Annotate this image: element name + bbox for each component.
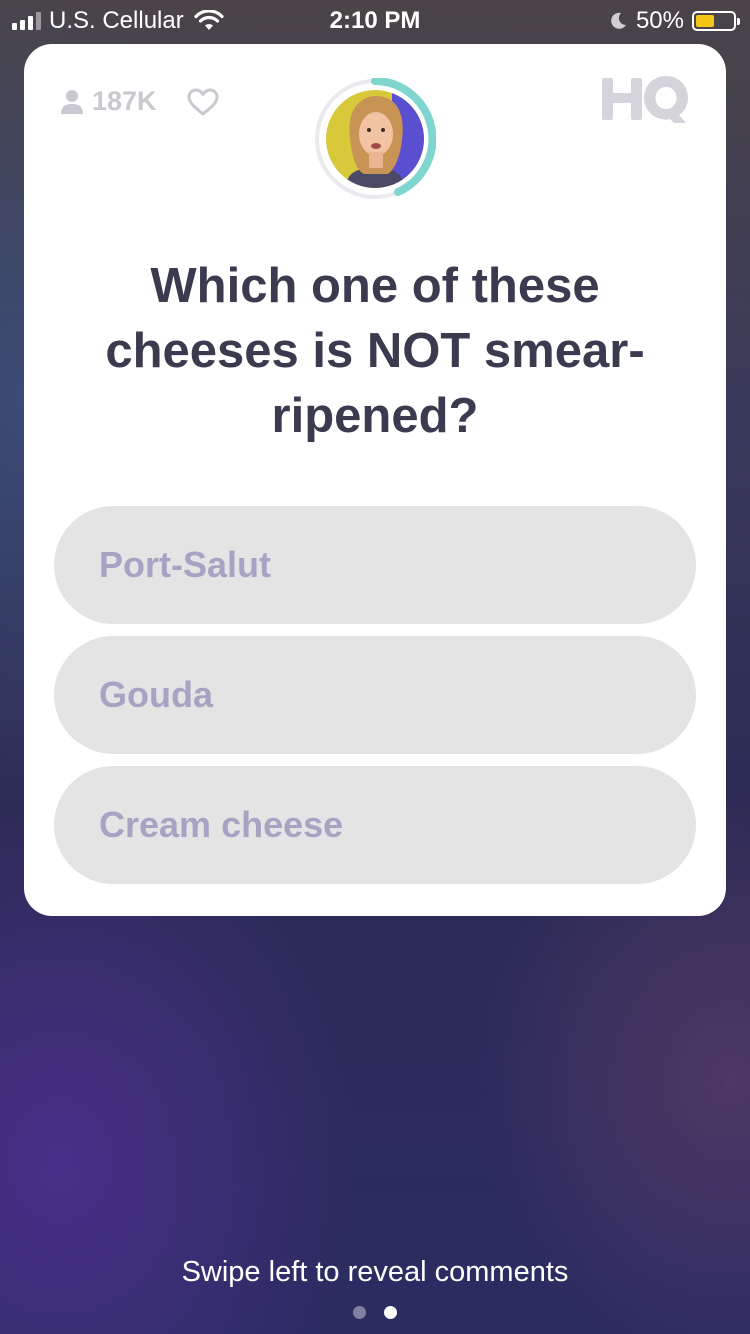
page-indicator[interactable] <box>0 1306 750 1319</box>
question-text: Which one of these cheeses is NOT smear-… <box>105 259 645 443</box>
battery-fill <box>696 15 714 27</box>
battery-icon <box>692 11 740 31</box>
heart-icon[interactable] <box>187 88 219 116</box>
person-icon <box>61 89 83 114</box>
question-card: 187K Which one of these cheeses is NOT s… <box>24 44 726 916</box>
answer-option-3[interactable]: Cream cheese <box>54 766 696 884</box>
page-dot[interactable] <box>353 1306 366 1319</box>
swipe-hint: Swipe left to reveal comments <box>181 1256 569 1288</box>
hq-logo-icon <box>602 76 688 123</box>
moon-icon <box>611 12 626 29</box>
viewer-count: 187K <box>92 86 157 116</box>
host-avatar <box>315 78 436 199</box>
answer-label: Gouda <box>99 674 213 715</box>
page-dot[interactable] <box>384 1306 397 1319</box>
answer-option-2[interactable]: Gouda <box>54 636 696 754</box>
viewer-stats: 187K <box>60 86 219 117</box>
status-bar: U.S. Cellular 2:10 PM 50% <box>0 0 750 40</box>
battery-percent: 50% <box>635 7 684 34</box>
answer-label: Port-Salut <box>99 544 272 585</box>
answer-label: Cream cheese <box>99 804 344 845</box>
status-right: 50% <box>608 7 740 35</box>
answer-option-1[interactable]: Port-Salut <box>54 506 696 624</box>
